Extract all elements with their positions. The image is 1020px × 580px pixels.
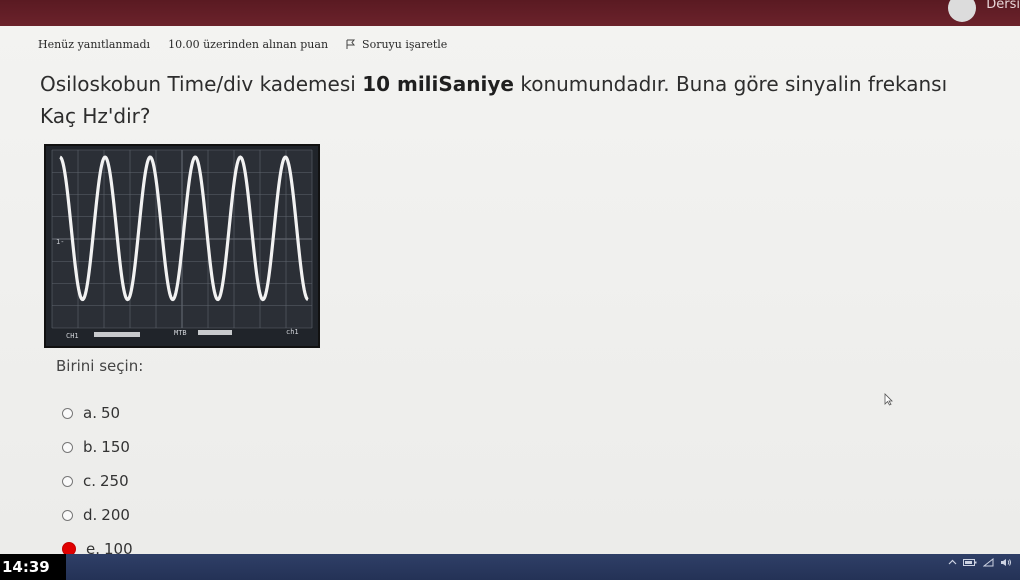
- option-c-value: 250: [100, 472, 129, 490]
- option-d-value: 200: [101, 506, 130, 524]
- radio-b[interactable]: [62, 441, 73, 453]
- battery-icon[interactable]: [963, 558, 977, 570]
- choose-prompt: Birini seçin:: [56, 357, 144, 375]
- radio-d[interactable]: [62, 509, 73, 521]
- flag-question-label: Soruyu işaretle: [362, 38, 448, 51]
- radio-c[interactable]: [62, 475, 73, 487]
- trigger-channel-label: ch1: [286, 328, 299, 336]
- option-b-letter: b.: [83, 438, 98, 456]
- question-points: 10.00 üzerinden alınan puan: [168, 38, 329, 51]
- flag-icon: [346, 39, 356, 50]
- option-c[interactable]: c. 250: [62, 472, 129, 490]
- option-a[interactable]: a. 50: [62, 404, 120, 422]
- question-info-bar: Henüz yanıtlanmadı 10.00 üzerinden alına…: [38, 38, 447, 51]
- channel-label: CH1: [66, 332, 79, 340]
- option-b[interactable]: b. 150: [62, 438, 130, 456]
- timebase-label: MTB: [174, 329, 187, 337]
- user-menu-label[interactable]: Dersi: [986, 0, 1020, 12]
- wifi-icon[interactable]: [982, 557, 994, 570]
- oscilloscope-image: 1- CH1 MTB ch1: [44, 144, 320, 348]
- option-a-value: 50: [100, 404, 121, 422]
- option-a-letter: a.: [83, 404, 97, 422]
- mouse-cursor-icon: [884, 391, 893, 410]
- option-d-letter: d.: [83, 506, 98, 524]
- clock: 14:39: [0, 554, 66, 580]
- option-b-value: 150: [101, 438, 130, 456]
- question-emphasis: 10 miliSaniye: [362, 72, 514, 96]
- option-d[interactable]: d. 200: [62, 506, 130, 524]
- answer-status: Henüz yanıtlanmadı: [38, 38, 151, 51]
- oscilloscope-screen: 1- CH1 MTB ch1: [51, 149, 313, 340]
- option-c-letter: c.: [83, 472, 97, 490]
- question-text: Osiloskobun Time/div kademesi 10 miliSan…: [40, 72, 948, 128]
- site-header: Dersi: [0, 0, 1020, 26]
- user-avatar[interactable]: [948, 0, 976, 22]
- system-tray: [948, 557, 1012, 570]
- taskbar: [0, 554, 1020, 580]
- chevron-up-icon[interactable]: [948, 558, 957, 570]
- volume-icon[interactable]: [1000, 558, 1012, 570]
- trigger-level-marker: 1-: [56, 238, 64, 246]
- flag-question-link[interactable]: Soruyu işaretle: [346, 38, 447, 51]
- radio-a[interactable]: [62, 407, 73, 419]
